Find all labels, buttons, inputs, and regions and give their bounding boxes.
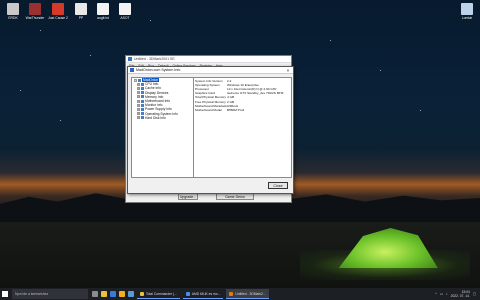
expand-icon[interactable]: +: [137, 86, 140, 90]
info-value: B560M Pro4: [227, 107, 245, 112]
edge-icon[interactable]: [110, 291, 116, 297]
expand-icon[interactable]: +: [137, 82, 140, 86]
close-icon[interactable]: ×: [285, 68, 291, 73]
info-tree[interactable]: − MadOnion + CPU Info + Cache Info + Dis…: [131, 77, 194, 178]
taskbar-app-total-commander[interactable]: Total Commander (...: [137, 289, 180, 299]
tree-item-hard-disk-info[interactable]: + Hard Disk Info: [132, 116, 193, 120]
chevron-up-icon[interactable]: ^: [435, 292, 437, 296]
display-icon: [141, 91, 144, 95]
desktop-icon-label: Just Cause 2: [48, 16, 68, 20]
warthunder-icon: [29, 3, 41, 15]
desktop-icon-label: augit.txt: [97, 16, 109, 20]
file-explorer-icon[interactable]: [101, 291, 107, 297]
taskbar-app-label: AMD 68-iK es mo...: [191, 291, 221, 296]
computer-icon: [138, 78, 141, 82]
taskbar-search-input[interactable]: Írjon ide a kereséshez: [12, 289, 88, 299]
clock[interactable]: 15:04 2022. 07. 14.: [451, 290, 470, 298]
info-key: Motherboard Model: [195, 107, 222, 112]
pinned-icons: [92, 291, 134, 297]
desktop-icon-label: WarThunder: [25, 16, 45, 20]
power-icon: [141, 107, 144, 111]
expand-icon[interactable]: +: [137, 103, 140, 107]
expand-icon[interactable]: +: [137, 95, 140, 99]
expand-icon[interactable]: +: [137, 107, 140, 111]
file-icon: [75, 3, 87, 15]
browser-icon: [185, 291, 190, 296]
expand-icon[interactable]: +: [137, 91, 140, 95]
cache-icon: [141, 86, 144, 90]
desktop-icon-label: ERDK: [8, 16, 18, 20]
cpu-icon: [141, 82, 144, 86]
taskbar-app-amd[interactable]: AMD 68-iK es mo...: [182, 289, 224, 299]
text-file-icon: [119, 3, 131, 15]
desktop-icon-warthunder[interactable]: WarThunder: [24, 3, 46, 20]
expand-icon[interactable]: +: [137, 116, 140, 120]
chrome-icon[interactable]: [128, 291, 134, 297]
madonion-icon: [130, 68, 134, 72]
window-titlebar[interactable]: Untitled - 3DMark2001 SE: [126, 56, 291, 63]
desktop-icon-recycle-bin[interactable]: Lomtár: [456, 3, 478, 20]
desktop-icon-label: Lomtár: [461, 16, 473, 20]
network-icon[interactable]: ▭: [440, 292, 443, 296]
system-tray: ^ ▭ ♪ 15:04 2022. 07. 14. ▢: [435, 290, 480, 298]
3dmark-icon: [229, 291, 234, 296]
disk-icon: [141, 116, 144, 120]
volume-icon[interactable]: ♪: [446, 292, 448, 296]
star: [40, 30, 41, 31]
expand-icon[interactable]: +: [137, 112, 140, 116]
text-file-icon: [97, 3, 109, 15]
os-icon: [141, 112, 144, 116]
collapse-icon[interactable]: −: [134, 78, 137, 82]
desktop-icon-augit[interactable]: augit.txt: [92, 3, 114, 20]
dialog-title: MadOnion.com System Info: [136, 68, 181, 72]
desktop-icon-pp[interactable]: PP: [70, 3, 92, 20]
dialog-titlebar[interactable]: MadOnion.com System Info ×: [128, 67, 293, 74]
star: [380, 70, 381, 71]
folder-icon[interactable]: [119, 291, 125, 297]
desktop-icon-label: ASOT: [120, 16, 130, 20]
star: [150, 20, 151, 21]
taskbar-app-3dmark[interactable]: Untitled - 3DMark2...: [226, 289, 269, 299]
window-title: Untitled - 3DMark2001 SE: [134, 57, 175, 61]
game-demo-button[interactable]: Game Demo: [216, 193, 254, 200]
start-button[interactable]: [0, 288, 10, 300]
star: [330, 40, 331, 41]
tree-item-label: Hard Disk Info: [145, 115, 166, 120]
upgrade-button[interactable]: Upgrade...: [178, 193, 198, 200]
info-row: Motherboard Model B560M Pro4: [195, 108, 291, 112]
star: [90, 55, 91, 56]
desktop-icon-erdk[interactable]: ERDK: [2, 3, 24, 20]
taskbar-app-label: Untitled - 3DMark2...: [235, 291, 266, 296]
just-cause-icon: [52, 3, 64, 15]
desktop-icon-asot[interactable]: ASOT: [114, 3, 136, 20]
taskbar: Írjon ide a kereséshez Total Commander (…: [0, 288, 480, 300]
task-view-icon[interactable]: [92, 291, 98, 297]
app-icon: [128, 57, 132, 61]
star: [420, 110, 421, 111]
close-button[interactable]: Close: [268, 182, 288, 189]
system-info-dialog[interactable]: MadOnion.com System Info × − MadOnion + …: [127, 66, 294, 194]
clock-date: 2022. 07. 14.: [450, 294, 470, 298]
recycle-bin-icon: [461, 3, 473, 15]
info-panel: System Info Version 2.2 Operating System…: [193, 77, 292, 178]
motherboard-icon: [141, 99, 144, 103]
memory-icon: [141, 95, 144, 99]
star: [60, 120, 61, 121]
desktop-icon-just-cause[interactable]: Just Cause 2: [47, 3, 69, 20]
expand-icon[interactable]: +: [137, 99, 140, 103]
app-icon: [7, 3, 19, 15]
monitor-icon: [141, 103, 144, 107]
taskbar-app-label: Total Commander (...: [146, 291, 177, 296]
notification-icon[interactable]: ▢: [473, 292, 476, 296]
windows-logo-icon: [2, 291, 8, 297]
total-commander-icon: [140, 291, 144, 296]
desktop-icon-label: PP: [78, 16, 84, 20]
star: [20, 90, 21, 91]
